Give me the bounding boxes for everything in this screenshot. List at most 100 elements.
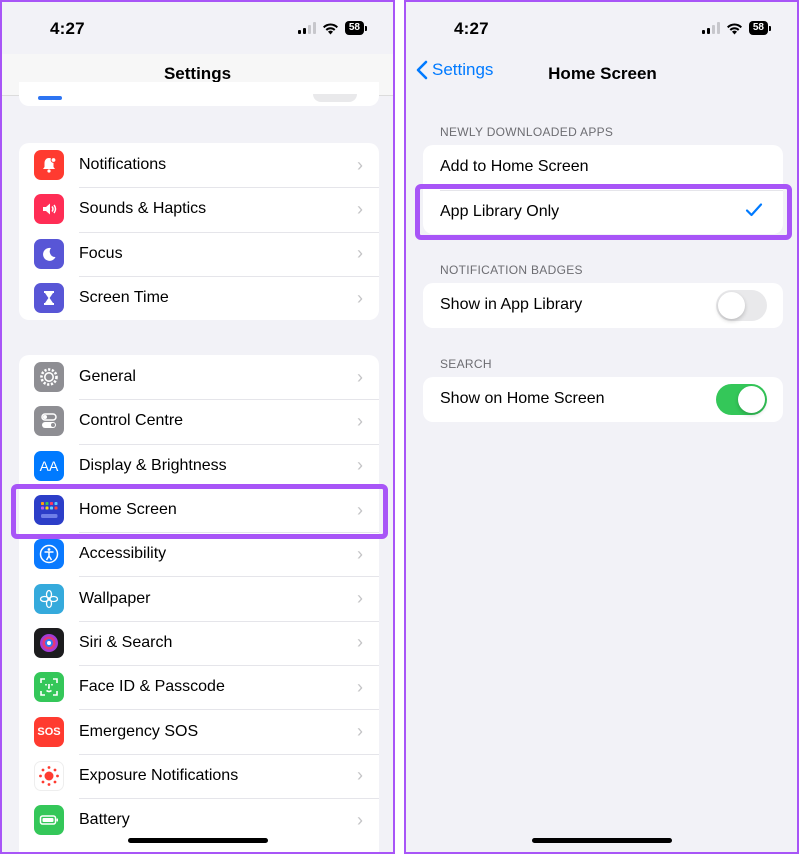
settings-item-label: Display & Brightness [79, 456, 227, 474]
moon-icon [34, 238, 64, 269]
downloads-group: Add to Home Screen App Library Only [423, 145, 783, 234]
wifi-icon [726, 22, 742, 34]
wifi-icon [322, 22, 338, 34]
face-id-icon [34, 672, 64, 703]
battery-indicator: 58 [344, 21, 367, 35]
settings-group-general: General › Control Centre › AA Display & … [19, 355, 379, 852]
chevron-right-icon: › [357, 721, 363, 742]
battery-level: 58 [748, 21, 768, 35]
chevron-right-icon: › [357, 543, 363, 564]
hourglass-icon [34, 283, 64, 314]
status-time: 4:27 [454, 19, 489, 38]
toggle-show-in-app-library[interactable] [716, 289, 767, 321]
settings-item-label: Emergency SOS [79, 722, 199, 740]
settings-item-siri[interactable]: Siri & Search › [19, 620, 379, 665]
row-label: Show in App Library [440, 296, 583, 314]
chevron-right-icon: › [357, 366, 363, 387]
page-title: Settings [163, 64, 232, 83]
section-header-badges: NOTIFICATION BADGES [440, 263, 583, 277]
chevron-right-icon: › [357, 809, 363, 830]
settings-item-label: Sounds & Haptics [79, 200, 207, 218]
settings-item-label: Exposure Notifications [79, 766, 239, 784]
settings-item-notifications[interactable]: Notifications › [19, 143, 379, 187]
home-grid-icon [34, 495, 64, 526]
battery-icon [34, 805, 64, 836]
settings-item-label: General [79, 368, 136, 386]
settings-item-label: Battery [79, 811, 130, 829]
option-label: Add to Home Screen [440, 158, 589, 176]
section-header-search: SEARCH [440, 357, 492, 371]
settings-item-label: Siri & Search [79, 633, 173, 651]
row-show-in-app-library: Show in App Library [423, 283, 783, 328]
settings-group-notifications: Notifications › Sounds & Haptics › Focus… [19, 143, 379, 321]
status-time: 4:27 [50, 19, 85, 38]
settings-item-screen-time[interactable]: Screen Time › [19, 275, 379, 320]
settings-item-label: Home Screen [79, 501, 177, 519]
exposure-icon [34, 760, 64, 791]
settings-item-wallpaper[interactable]: Wallpaper › [19, 576, 379, 620]
chevron-right-icon: › [357, 588, 363, 609]
section-header-downloads: NEWLY DOWNLOADED APPS [440, 125, 614, 139]
status-icons: 58 [297, 21, 367, 35]
siri-icon [34, 627, 64, 658]
chevron-right-icon: › [357, 676, 363, 697]
settings-panel: 4:27 58 Settings Notifications › Sounds … [0, 0, 395, 854]
settings-item-sounds[interactable]: Sounds & Haptics › [19, 187, 379, 231]
speaker-icon [34, 194, 64, 225]
text-size-icon: AA [34, 450, 64, 481]
cellular-signal-icon [701, 22, 720, 34]
settings-item-home-screen[interactable]: Home Screen › [19, 487, 379, 532]
settings-item-focus[interactable]: Focus › [19, 231, 379, 276]
chevron-right-icon: › [357, 499, 363, 520]
cellular-signal-icon [297, 22, 316, 34]
battery-indicator: 58 [748, 21, 771, 35]
settings-item-battery[interactable]: Battery › [19, 797, 379, 842]
chevron-right-icon: › [357, 455, 363, 476]
settings-item-face-id[interactable]: Face ID & Passcode › [19, 665, 379, 709]
toggle-show-on-home-screen[interactable] [716, 383, 767, 415]
chevron-right-icon: › [357, 765, 363, 786]
option-label: App Library Only [440, 202, 560, 220]
settings-item-label: Control Centre [79, 412, 184, 430]
chevron-right-icon: › [357, 154, 363, 175]
search-group: Show on Home Screen [423, 377, 783, 422]
status-bar: 4:27 58 [2, 2, 393, 54]
checkmark-icon [745, 202, 763, 216]
settings-item-label: Notifications [79, 156, 167, 174]
option-add-to-home-screen[interactable]: Add to Home Screen [423, 145, 783, 190]
partial-list-item[interactable] [19, 82, 379, 106]
settings-item-emergency-sos[interactable]: SOS Emergency SOS › [19, 709, 379, 753]
settings-item-label: Screen Time [79, 289, 169, 307]
flower-icon [34, 583, 64, 614]
chevron-right-icon: › [357, 632, 363, 653]
option-app-library-only[interactable]: App Library Only [423, 189, 783, 235]
chevron-right-icon: › [357, 287, 363, 308]
settings-item-label: Face ID & Passcode [79, 678, 225, 696]
home-screen-panel: 4:27 58 Settings Home Screen NEWLY DOWNL… [404, 0, 799, 854]
chevron-right-icon: › [357, 198, 363, 219]
settings-item-accessibility[interactable]: Accessibility › [19, 532, 379, 576]
accessibility-icon [34, 539, 64, 570]
home-indicator [127, 838, 268, 843]
badges-group: Show in App Library [423, 283, 783, 328]
page-title: Home Screen [548, 64, 657, 83]
settings-item-general[interactable]: General › [19, 355, 379, 399]
settings-item-display[interactable]: AA Display & Brightness › [19, 443, 379, 488]
gear-icon [34, 362, 64, 393]
settings-item-control-centre[interactable]: Control Centre › [19, 399, 379, 443]
chevron-right-icon: › [357, 243, 363, 264]
row-show-on-home-screen: Show on Home Screen [423, 377, 783, 422]
status-icons: 58 [701, 21, 771, 35]
status-bar: 4:27 58 [406, 2, 797, 54]
settings-item-exposure[interactable]: Exposure Notifications › [19, 753, 379, 798]
row-label: Show on Home Screen [440, 390, 605, 408]
bell-icon [34, 150, 64, 181]
chevron-right-icon: › [357, 410, 363, 431]
settings-item-label: Wallpaper [79, 589, 151, 607]
toggles-icon [34, 406, 64, 437]
home-indicator [531, 838, 672, 843]
settings-item-label: Accessibility [79, 545, 167, 563]
battery-level: 58 [344, 21, 364, 35]
sos-icon: SOS [34, 716, 64, 747]
settings-item-label: Focus [79, 244, 123, 262]
